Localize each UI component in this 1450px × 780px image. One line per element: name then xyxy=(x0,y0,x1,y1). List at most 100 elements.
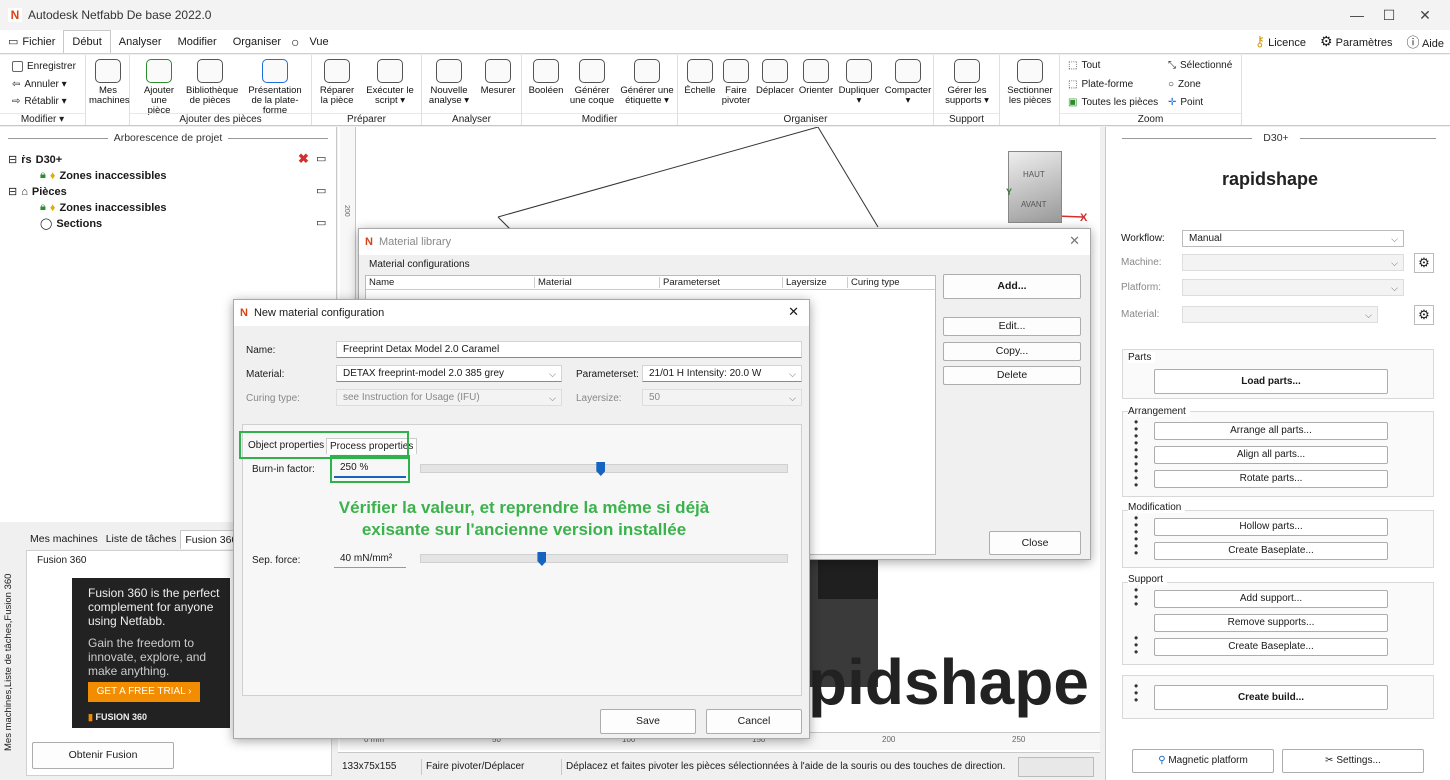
delete-button[interactable]: Delete xyxy=(943,366,1081,385)
tab-analyser[interactable]: Analyser xyxy=(111,31,170,53)
platform-presentation-button[interactable]: Présentation de la plate-forme xyxy=(242,59,308,116)
vertical-tab-strip[interactable]: Mes machines,Liste de tâches,Fusion 360 xyxy=(3,562,17,762)
sep-force-slider-track[interactable] xyxy=(420,554,788,563)
zoom-parts-button[interactable]: ▣ Toutes les pièces xyxy=(1068,97,1158,108)
zoom-platform-button[interactable]: ⬚ Plate-forme xyxy=(1068,79,1133,90)
workflow-select[interactable]: Manual ⌵ xyxy=(1182,230,1404,247)
redo-button[interactable]: ⇨ Rétablir ▾ xyxy=(12,96,67,107)
zoom-all-button[interactable]: ⬚ Tout xyxy=(1068,60,1100,71)
undo-button[interactable]: ⇦ Annuler ▾ xyxy=(12,79,67,90)
material-settings-gear-icon[interactable]: ⚙ xyxy=(1414,305,1434,325)
zoom-selected-button[interactable]: ⤡ Sélectionné xyxy=(1168,60,1232,71)
machine-settings-gear-icon[interactable]: ⚙ xyxy=(1414,253,1434,273)
scale-button[interactable]: Échelle xyxy=(682,59,718,96)
drag-handle-icon[interactable]: • • • • • • xyxy=(1134,512,1138,559)
run-script-button[interactable]: Exécuter le script ▾ xyxy=(364,59,416,106)
column-layersize[interactable]: Layersize xyxy=(782,277,827,288)
tab-liste-taches[interactable]: Liste de tâches xyxy=(102,530,181,549)
arrange-all-button[interactable]: Arrange all parts... xyxy=(1154,422,1388,440)
view-cube-front[interactable]: AVANT xyxy=(1021,200,1046,209)
slice-parts-button[interactable]: Sectionner les pièces xyxy=(1004,59,1056,106)
expand-icon[interactable]: ⊟ xyxy=(8,153,17,166)
add-part-button[interactable]: Ajouter une pièce xyxy=(140,59,178,116)
parameterset-dropdown[interactable]: 21/01 H Intensity: 20.0 W ⌵ xyxy=(642,365,802,382)
add-button[interactable]: Add... xyxy=(943,274,1081,299)
platform-select[interactable]: ⌵ xyxy=(1182,279,1404,296)
magnetic-platform-button[interactable]: ⚲ Magnetic platform xyxy=(1132,749,1274,773)
open-folder-icon[interactable]: ▭ xyxy=(316,216,326,229)
expand-icon[interactable]: ⊟ xyxy=(8,185,17,198)
manage-supports-button[interactable]: Gérer les supports ▾ xyxy=(938,59,996,106)
curing-dropdown[interactable]: see Instruction for Usage (IFU) ⌵ xyxy=(336,389,562,406)
compact-button[interactable]: Compacter ▾ xyxy=(884,59,932,106)
settings-button[interactable]: ✂ Settings... xyxy=(1282,749,1424,773)
add-support-button[interactable]: Add support... xyxy=(1154,590,1388,608)
material-select[interactable]: ⌵ xyxy=(1182,306,1378,323)
group-label-modifier[interactable]: Modifier ▾ xyxy=(0,113,85,125)
close-icon[interactable]: ✕ xyxy=(1069,233,1080,249)
column-curing[interactable]: Curing type xyxy=(847,277,900,288)
load-parts-button[interactable]: Load parts... xyxy=(1154,369,1388,394)
hollow-parts-button[interactable]: Hollow parts... xyxy=(1154,518,1388,536)
column-name[interactable]: Name xyxy=(369,277,394,288)
aide-button[interactable]: ⓘ Aide xyxy=(1407,32,1445,51)
save-button[interactable]: Enregistrer xyxy=(12,61,76,72)
tree-item-sections[interactable]: ◯ Sections xyxy=(40,217,102,231)
machine-select[interactable]: ⌵ xyxy=(1182,254,1404,271)
search-icon[interactable]: ○ xyxy=(289,31,301,53)
drag-handle-icon[interactable]: • • • • • • • • • • xyxy=(1134,416,1138,491)
open-folder-icon[interactable]: ▭ xyxy=(316,184,326,197)
tab-mes-machines[interactable]: Mes machines xyxy=(26,530,102,549)
shell-button[interactable]: Générer une coque xyxy=(568,59,616,106)
create-baseplate-support-button[interactable]: Create Baseplate... xyxy=(1154,638,1388,656)
drag-handle-icon[interactable]: • • • xyxy=(1134,680,1138,706)
parametres-button[interactable]: ⚙ Paramètres xyxy=(1320,33,1392,50)
tree-item-zones-2[interactable]: 🔒︎ ♦ Zones inaccessibles xyxy=(40,201,166,214)
layersize-dropdown[interactable]: 50 ⌵ xyxy=(642,389,802,406)
column-parameterset[interactable]: Parameterset xyxy=(659,277,720,288)
close-button[interactable]: Close xyxy=(989,531,1081,555)
tab-modifier[interactable]: Modifier xyxy=(170,31,225,53)
tab-vue[interactable]: Vue xyxy=(301,31,336,53)
free-trial-button[interactable]: GET A FREE TRIAL › xyxy=(88,682,200,702)
create-build-button[interactable]: Create build... xyxy=(1154,685,1388,710)
tree-item-d30[interactable]: ⊟ ṙs D30+ xyxy=(8,153,62,167)
repair-button[interactable]: Réparer la pièce xyxy=(316,59,358,106)
measure-button[interactable]: Mesurer xyxy=(478,59,518,96)
licence-button[interactable]: ⚷ Licence xyxy=(1255,33,1306,50)
create-baseplate-button[interactable]: Create Baseplate... xyxy=(1154,542,1388,560)
sep-force-input[interactable]: 40 mN/mm² xyxy=(334,551,406,568)
cancel-button[interactable]: Cancel xyxy=(706,709,802,734)
edit-button[interactable]: Edit... xyxy=(943,317,1081,336)
mes-machines-button[interactable]: Mes machines xyxy=(89,59,130,106)
view-cube[interactable]: HAUT AVANT xyxy=(1008,151,1062,223)
name-field[interactable]: Freeprint Detax Model 2.0 Caramel xyxy=(336,341,802,358)
save-button[interactable]: Save xyxy=(600,709,696,734)
remove-icon[interactable]: ✖ xyxy=(298,151,309,167)
view-cube-top[interactable]: HAUT xyxy=(1023,170,1045,179)
tab-debut[interactable]: Début xyxy=(63,30,111,53)
label-button[interactable]: Générer une étiquette ▾ xyxy=(620,59,674,106)
part-library-button[interactable]: Bibliothèque de pièces xyxy=(186,59,238,106)
zoom-point-button[interactable]: ✛ Point xyxy=(1168,97,1203,108)
boolean-button[interactable]: Booléen xyxy=(526,59,566,96)
close-window-button[interactable]: ✕ xyxy=(1402,0,1448,30)
tree-item-zones-1[interactable]: 🔒︎ ♦ Zones inaccessibles xyxy=(40,169,166,182)
orient-button[interactable]: Orienter xyxy=(796,59,836,96)
move-button[interactable]: Déplacer xyxy=(754,59,796,96)
rotate-button[interactable]: Faire pivoter xyxy=(718,59,754,106)
get-fusion-button[interactable]: Obtenir Fusion xyxy=(32,742,174,769)
column-material[interactable]: Material xyxy=(534,277,572,288)
close-icon[interactable]: ✕ xyxy=(788,304,799,320)
copy-button[interactable]: Copy... xyxy=(943,342,1081,361)
remove-supports-button[interactable]: Remove supports... xyxy=(1154,614,1388,632)
drag-handle-icon[interactable]: • • • xyxy=(1134,584,1138,610)
rotate-parts-button[interactable]: Rotate parts... xyxy=(1154,470,1388,488)
align-all-button[interactable]: Align all parts... xyxy=(1154,446,1388,464)
zoom-area-button[interactable]: ○ Zone xyxy=(1168,79,1201,90)
new-analysis-button[interactable]: Nouvelle analyse ▾ xyxy=(428,59,470,106)
tree-item-pieces[interactable]: ⊟ ⌂ Pièces xyxy=(8,185,67,199)
drag-handle-icon[interactable]: • • • xyxy=(1134,632,1138,658)
menu-fichier[interactable]: ▭ Fichier xyxy=(0,31,63,53)
fusion-ad[interactable]: Fusion 360 is the perfect complement for… xyxy=(72,578,230,728)
